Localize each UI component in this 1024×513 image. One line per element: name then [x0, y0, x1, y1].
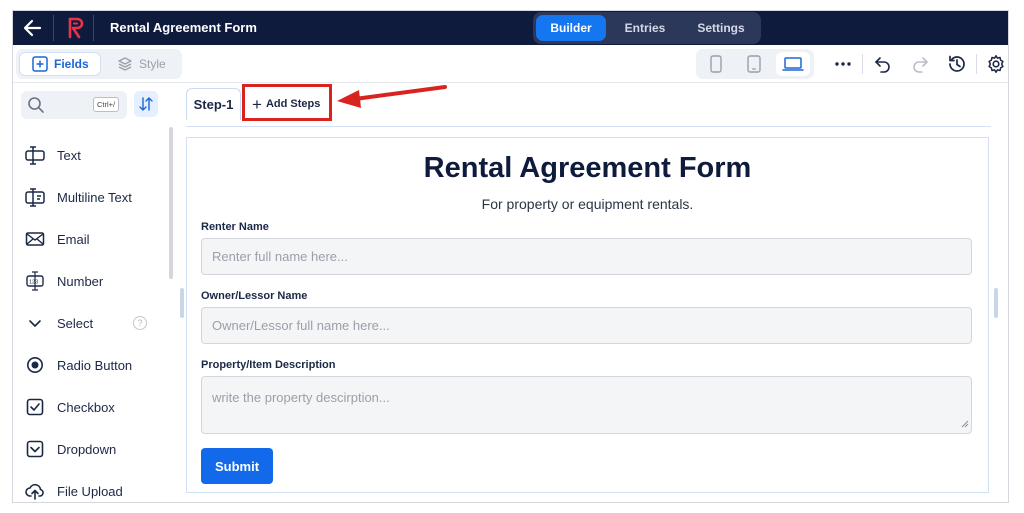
tab-settings[interactable]: Settings — [685, 15, 757, 41]
field-search-input[interactable]: Ctrl+/ — [21, 91, 127, 119]
form-subheading: For property or equipment rentals. — [481, 196, 694, 212]
field-item-file-upload[interactable]: File Upload — [13, 476, 173, 502]
desktop-icon[interactable] — [776, 52, 810, 76]
app-window: Rental Agreement Form Builder Entries Se… — [12, 10, 1009, 503]
fields-tab[interactable]: Fields — [19, 52, 101, 76]
sidebar-scrollbar[interactable] — [169, 127, 173, 279]
field-item-label: Dropdown — [57, 441, 117, 457]
field-item-checkbox[interactable]: Checkbox — [13, 392, 173, 422]
form-title-header: Rental Agreement Form — [110, 20, 257, 35]
annotation-highlight-box — [242, 84, 332, 121]
number-icon: 123 — [24, 270, 46, 292]
fields-tab-label: Fields — [54, 57, 89, 71]
field-item-text[interactable]: Text — [13, 140, 173, 170]
checkbox-icon — [24, 396, 46, 418]
divider — [976, 54, 977, 74]
field-item-label: Checkbox — [57, 399, 115, 415]
plus-square-icon — [32, 56, 48, 72]
field-item-label: Text — [57, 147, 81, 163]
resize-handle-icon[interactable] — [960, 416, 969, 431]
form-heading: Rental Agreement Form — [423, 152, 752, 184]
style-tab[interactable]: Style — [111, 52, 179, 76]
shortcut-hint: Ctrl+/ — [93, 97, 120, 112]
step-tab[interactable]: Step-1 — [186, 88, 241, 120]
field-item-label: Select — [57, 315, 94, 331]
field-item-multiline-text[interactable]: Multiline Text — [13, 182, 173, 212]
device-preview-group — [696, 49, 814, 79]
form-canvas: Rental Agreement Form For property or eq… — [186, 137, 989, 493]
field-item-label: File Upload — [57, 483, 123, 499]
text-field-icon — [24, 144, 46, 166]
annotation-arrow-icon — [333, 81, 448, 116]
field-item-label: Number — [57, 273, 104, 289]
undo-icon[interactable] — [873, 54, 893, 74]
divider — [53, 15, 54, 41]
radio-icon — [24, 354, 46, 376]
panel-switcher: Fields Style — [16, 49, 182, 79]
property-description-placeholder: write the property descirption... — [212, 390, 390, 405]
renter-name-label: Renter Name — [201, 221, 269, 233]
chevron-down-icon — [24, 312, 46, 334]
more-options-icon[interactable] — [833, 54, 853, 74]
canvas-scroll-handle-right[interactable] — [994, 288, 998, 318]
brand-logo-icon — [65, 16, 87, 40]
field-item-number[interactable]: 123 Number — [13, 266, 173, 296]
redo-icon[interactable] — [910, 54, 930, 74]
divider — [862, 54, 863, 74]
toolbar: Fields Style — [13, 45, 1008, 83]
dropdown-icon — [24, 438, 46, 460]
tab-builder[interactable]: Builder — [536, 15, 606, 41]
mobile-icon[interactable] — [699, 52, 733, 76]
sort-icon[interactable] — [134, 91, 158, 117]
multiline-text-icon — [24, 186, 46, 208]
fields-sidebar: Ctrl+/ Text Multiline Text Email 123 Num… — [13, 83, 185, 502]
property-description-textarea[interactable]: write the property descirption... — [201, 376, 972, 434]
divider — [93, 15, 94, 41]
property-description-label: Property/Item Description — [201, 359, 336, 371]
layers-icon — [117, 56, 133, 72]
tablet-icon[interactable] — [737, 52, 771, 76]
view-switcher: Builder Entries Settings — [533, 12, 761, 44]
history-icon[interactable] — [947, 54, 967, 74]
renter-name-input[interactable]: Renter full name here... — [201, 238, 972, 275]
top-bar: Rental Agreement Form Builder Entries Se… — [13, 11, 1008, 45]
upload-icon — [24, 480, 46, 502]
field-item-select[interactable]: Select ? — [13, 308, 173, 338]
style-tab-label: Style — [139, 57, 166, 71]
canvas-scroll-handle-left[interactable] — [180, 288, 184, 318]
tab-entries[interactable]: Entries — [611, 15, 679, 41]
search-icon — [27, 96, 45, 119]
back-arrow-icon[interactable] — [21, 16, 45, 40]
field-item-label: Multiline Text — [57, 189, 132, 205]
help-icon[interactable]: ? — [133, 316, 147, 330]
email-icon — [24, 228, 46, 250]
field-item-email[interactable]: Email — [13, 224, 173, 254]
field-item-radio-button[interactable]: Radio Button — [13, 350, 173, 380]
gear-icon[interactable] — [986, 54, 1006, 74]
owner-name-label: Owner/Lessor Name — [201, 290, 308, 302]
field-item-dropdown[interactable]: Dropdown — [13, 434, 173, 464]
submit-button[interactable]: Submit — [201, 448, 273, 484]
owner-name-input[interactable]: Owner/Lessor full name here... — [201, 307, 972, 344]
field-item-label: Radio Button — [57, 357, 133, 373]
svg-text:123: 123 — [29, 280, 38, 286]
field-item-label: Email — [57, 231, 90, 247]
